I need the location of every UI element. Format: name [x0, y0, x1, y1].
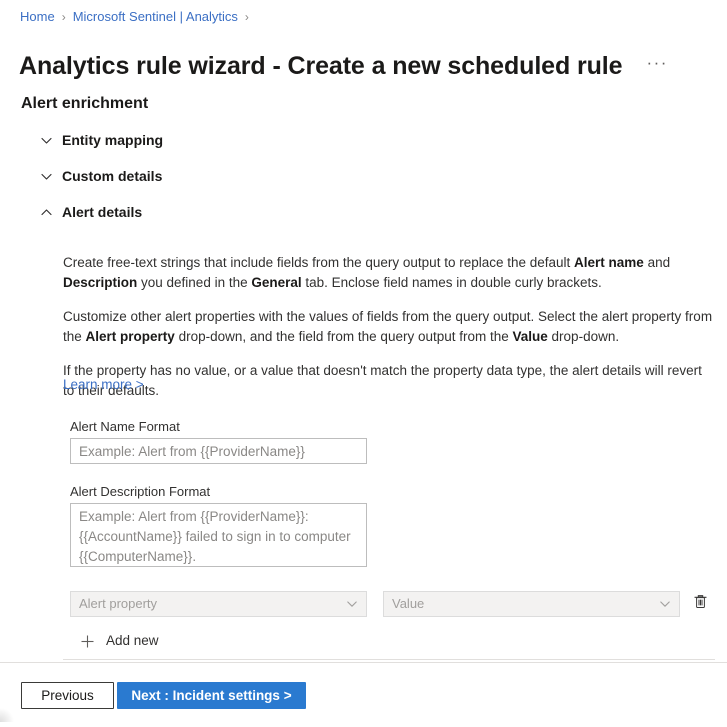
alert-property-row: Alert property Value [70, 591, 710, 617]
section-heading-alert-enrichment: Alert enrichment [21, 93, 148, 115]
alert-description-format-textarea[interactable] [70, 503, 367, 567]
accordion-entity-mapping[interactable]: Entity mapping [35, 129, 163, 151]
trash-icon [692, 593, 709, 615]
text-emphasis-alert-property: Alert property [86, 329, 175, 344]
breadcrumb-separator-icon: › [62, 9, 66, 25]
text-emphasis-description: Description [63, 275, 137, 290]
description-paragraph-1: Create free-text strings that include fi… [63, 253, 715, 293]
more-options-icon[interactable]: ··· [642, 53, 671, 79]
chevron-down-icon [344, 596, 360, 612]
accordion-label: Alert details [62, 202, 142, 222]
alert-name-format-input[interactable] [70, 438, 367, 464]
chevron-down-icon [35, 129, 57, 151]
alert-property-dropdown[interactable]: Alert property [70, 591, 367, 617]
title-row: Analytics rule wizard - Create a new sch… [19, 33, 672, 99]
chevron-down-icon [657, 596, 673, 612]
add-new-label: Add new [106, 631, 159, 651]
text-emphasis-alert-name: Alert name [574, 255, 644, 270]
wizard-footer: Previous Next : Incident settings > [0, 663, 727, 727]
description-paragraph-2: Customize other alert properties with th… [63, 307, 715, 347]
text-fragment: drop-down, and the field from the query … [175, 329, 513, 344]
alert-property-dropdown-value: Alert property [79, 595, 344, 613]
accordion-custom-details[interactable]: Custom details [35, 165, 162, 187]
delete-row-button[interactable] [689, 593, 711, 615]
text-emphasis-general: General [251, 275, 301, 290]
text-fragment: you defined in the [137, 275, 251, 290]
text-fragment: and [644, 255, 670, 270]
text-emphasis-value: Value [513, 329, 548, 344]
text-fragment: tab. Enclose field names in double curly… [302, 275, 602, 290]
accordion-label: Entity mapping [62, 130, 163, 150]
text-fragment: Create free-text strings that include fi… [63, 255, 574, 270]
plus-icon [79, 633, 95, 649]
next-incident-settings-button[interactable]: Next : Incident settings > [117, 682, 306, 709]
alert-name-format-label: Alert Name Format [70, 418, 180, 436]
accordion-label: Custom details [62, 166, 162, 186]
description-paragraph-3: If the property has no value, or a value… [63, 361, 715, 401]
page-title: Analytics rule wizard - Create a new sch… [19, 50, 622, 82]
corner-shadow-artifact [0, 708, 14, 722]
previous-button[interactable]: Previous [21, 682, 114, 709]
breadcrumb-item-home[interactable]: Home [20, 9, 55, 25]
value-dropdown[interactable]: Value [383, 591, 680, 617]
chevron-up-icon [35, 201, 57, 223]
analytics-rule-wizard-page: Home › Microsoft Sentinel | Analytics › … [0, 0, 727, 727]
text-fragment: drop-down. [548, 329, 619, 344]
breadcrumb-item-sentinel-analytics[interactable]: Microsoft Sentinel | Analytics [73, 9, 238, 25]
add-new-button[interactable]: Add new [79, 630, 159, 652]
content-divider [63, 659, 715, 660]
breadcrumb-separator-icon: › [245, 9, 249, 25]
value-dropdown-value: Value [392, 595, 657, 613]
chevron-down-icon [35, 165, 57, 187]
breadcrumb: Home › Microsoft Sentinel | Analytics › [20, 9, 256, 25]
accordion-alert-details[interactable]: Alert details [35, 201, 142, 223]
alert-description-format-label: Alert Description Format [70, 483, 210, 501]
learn-more-link[interactable]: Learn more > [63, 376, 144, 394]
